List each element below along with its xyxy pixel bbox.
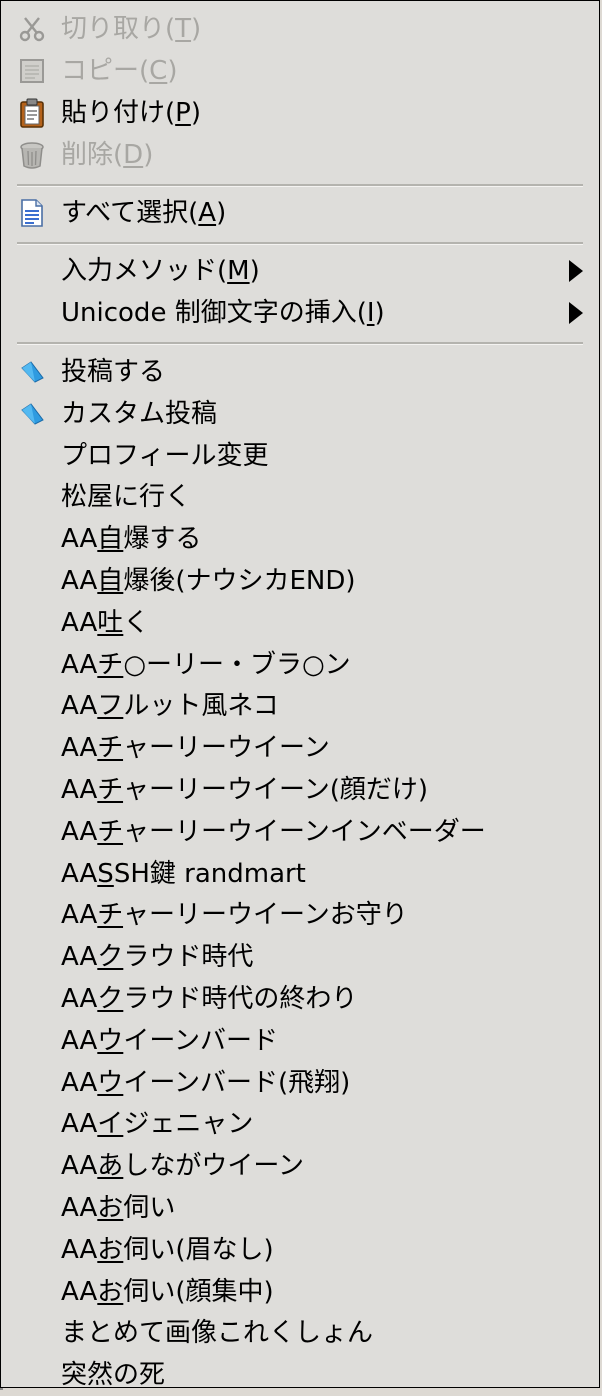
menu-item-custom[interactable]: AAあしながウイーン — [1, 1145, 599, 1187]
menu-item-label: 松屋に行く — [61, 482, 192, 513]
menu-item-label: すべて選択(A) — [61, 198, 227, 228]
menu-item-custom[interactable]: AAチャーリーウイーンインベーダー — [1, 811, 599, 853]
menu-item-custom[interactable]: まとめて画像これくしょん — [1, 1312, 599, 1354]
menu-item-label: AAチャーリーウイーン — [61, 733, 330, 764]
menu-item-label: AAお伺い(顔集中) — [61, 1276, 274, 1307]
menu-item-custom[interactable]: AAチャーリーウイーン — [1, 727, 599, 769]
menu-item-custom[interactable]: AA吐く — [1, 602, 599, 644]
menu-item-label: AAフルット風ネコ — [61, 691, 279, 722]
menu-separator — [17, 342, 583, 345]
menu-item-paste[interactable]: 貼り付け(P) — [1, 92, 599, 134]
copy-icon — [17, 56, 47, 86]
menu-item-label: AA自爆する — [61, 524, 202, 555]
menu-item-input-method[interactable]: 入力メソッド(M) — [1, 250, 599, 292]
menu-item-label: まとめて画像これくしょん — [61, 1318, 374, 1349]
trash-icon — [17, 140, 47, 170]
menu-item-label: Unicode 制御文字の挿入(I) — [61, 298, 385, 328]
menu-item-label: 削除(D) — [61, 140, 154, 170]
menu-item-label: AAチャーリーウイーン(顔だけ) — [61, 775, 429, 805]
menu-item-custom[interactable]: AASSH鍵 randmart — [1, 853, 599, 895]
menu-item-insert-unicode[interactable]: Unicode 制御文字の挿入(I) — [1, 292, 599, 334]
scissors-icon — [17, 14, 47, 44]
menu-item-custom[interactable]: AA自爆後(ナウシカEND) — [1, 560, 599, 602]
menu-item-label: 切り取り(T) — [61, 14, 202, 44]
menu-item-label: 貼り付け(P) — [61, 98, 201, 128]
menu-item-custom[interactable]: 投稿する — [1, 351, 599, 393]
context-menu: 切り取り(T) コピー(C) 貼り付け(P) 削除(D) すべて選択(A) 入力… — [0, 0, 600, 1390]
menu-item-custom[interactable]: AAチャーリーウイーン(顔だけ) — [1, 769, 599, 811]
menu-item-custom[interactable]: AAチ○ーリー・ブラ○ン — [1, 644, 599, 686]
menu-item-label: AAチ○ーリー・ブラ○ン — [61, 649, 351, 680]
menu-separator — [17, 184, 583, 187]
menu-item-delete[interactable]: 削除(D) — [1, 134, 599, 176]
menu-item-custom[interactable]: AAチャーリーウイーンお守り — [1, 894, 599, 936]
menu-item-label: AAウイーンバード(飛翔) — [61, 1067, 351, 1098]
menu-item-custom[interactable]: プロフィール変更 — [1, 435, 599, 477]
menu-item-cut[interactable]: 切り取り(T) — [1, 8, 599, 50]
menu-item-label: AAウイーンバード — [61, 1025, 279, 1056]
menu-item-copy[interactable]: コピー(C) — [1, 50, 599, 92]
menu-item-custom[interactable]: AAクラウド時代の終わり — [1, 978, 599, 1020]
menu-item-label: 投稿する — [61, 357, 166, 387]
submenu-arrow-icon — [569, 302, 583, 324]
menu-item-custom[interactable]: カスタム投稿 — [1, 393, 599, 435]
blue-pin-icon — [17, 357, 47, 387]
menu-item-label: AAチャーリーウイーンお守り — [61, 900, 408, 931]
blue-pin-icon — [17, 399, 47, 429]
menu-item-custom[interactable]: AAフルット風ネコ — [1, 685, 599, 727]
document-select-all-icon — [17, 198, 47, 228]
menu-item-label: カスタム投稿 — [61, 398, 218, 429]
menu-item-custom[interactable]: AAウイーンバード — [1, 1020, 599, 1062]
menu-item-label: AAチャーリーウイーンインベーダー — [61, 816, 486, 847]
menu-item-custom[interactable]: AAイジェニャン — [1, 1103, 599, 1145]
clipboard-paste-icon — [17, 98, 47, 128]
menu-item-custom[interactable]: 松屋に行く — [1, 476, 599, 518]
menu-item-label: AASSH鍵 randmart — [61, 858, 306, 889]
menu-separator — [17, 242, 583, 245]
menu-item-label: AAイジェニャン — [61, 1109, 254, 1140]
menu-item-custom[interactable]: AAお伺い(顔集中) — [1, 1271, 599, 1313]
menu-item-select-all[interactable]: すべて選択(A) — [1, 192, 599, 234]
menu-item-label: AA自爆後(ナウシカEND) — [61, 566, 356, 596]
submenu-arrow-icon — [569, 260, 583, 282]
menu-item-label: AAあしながウイーン — [61, 1151, 305, 1182]
menu-item-custom[interactable]: AA自爆する — [1, 518, 599, 560]
menu-item-custom[interactable]: AAお伺い(眉なし) — [1, 1229, 599, 1271]
menu-item-label: 入力メソッド(M) — [61, 256, 260, 286]
menu-item-label: AAお伺い(眉なし) — [61, 1234, 274, 1265]
menu-item-custom[interactable]: AAクラウド時代 — [1, 936, 599, 978]
menu-item-label: AAお伺い — [61, 1193, 176, 1223]
menu-item-label: プロフィール変更 — [61, 440, 269, 471]
menu-item-label: AAクラウド時代 — [61, 942, 254, 973]
menu-item-label: AA吐く — [61, 607, 150, 638]
menu-item-label: コピー(C) — [61, 56, 178, 86]
menu-item-custom[interactable]: AAお伺い — [1, 1187, 599, 1229]
menu-item-custom[interactable]: AAウイーンバード(飛翔) — [1, 1062, 599, 1104]
menu-item-label: AAクラウド時代の終わり — [61, 984, 358, 1014]
